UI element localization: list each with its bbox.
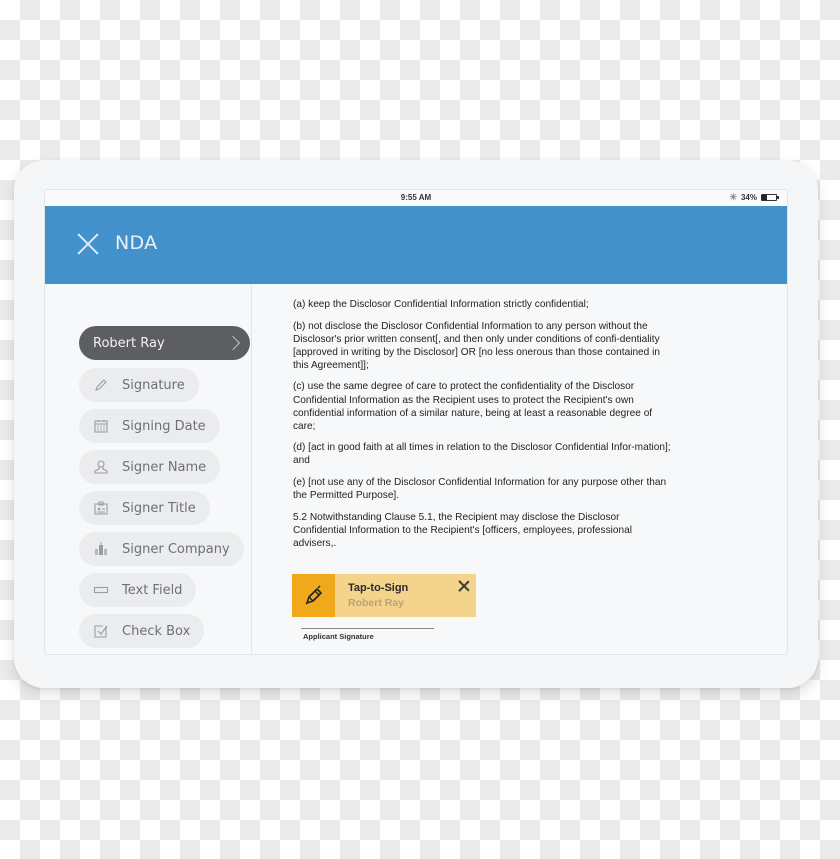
status-bar: 9:55 AM ✳ 34% [45,190,787,206]
sign-field-signer: Robert Ray [348,597,405,609]
clause-d: (d) [act in good faith at all times in r… [293,442,671,467]
field-label: Signer Company [122,541,230,557]
clause-e: (e) [not use any of the Disclosor Confid… [293,477,667,502]
battery-fill [762,195,767,200]
battery-percent: 34% [740,193,757,202]
clause-b: (b) not disclose the Disclosor Confident… [293,320,660,371]
battery-icon [761,194,779,201]
field-item-signer-title[interactable]: Signer Title [79,491,210,525]
page-title: NDA [115,232,158,254]
clause-a: (a) keep the Disclosor Confidential Info… [293,299,589,310]
close-icon[interactable] [77,233,99,255]
app-header: NDA [45,206,787,284]
status-time: 9:55 AM [400,193,432,202]
field-sidebar: Robert Ray Signature Signing Date Signer… [45,284,252,654]
field-item-check-box[interactable]: Check Box [79,614,205,648]
field-item-text-field[interactable]: Text Field [79,573,197,607]
field-item-signer-company[interactable]: Signer Company [79,532,244,566]
sign-field-title: Tap-to-Sign [348,582,409,594]
field-item-signing-date[interactable]: Signing Date [79,409,220,443]
field-item-signer-name[interactable]: Signer Name [79,450,221,484]
checkbox-icon [93,623,109,639]
clause-5-2: 5.2 Notwithstanding Clause 5.1, the Reci… [293,511,632,549]
field-label: Signing Date [122,418,206,434]
app-screen: 9:55 AM ✳ 34% NDA Robert Ray Signature S… [44,189,788,655]
pencil-icon [93,377,109,393]
clause-c: (c) use the same degree of care to prote… [293,381,653,432]
calendar-icon [93,418,109,434]
field-label: Signature [122,377,185,393]
document-view: (a) keep the Disclosor Confidential Info… [253,284,787,654]
bluetooth-icon: ✳ [729,192,737,202]
close-icon[interactable] [458,580,470,592]
id-badge-icon [93,500,109,516]
field-label: Signer Name [122,459,207,475]
signature-label: Applicant Signature [303,632,374,641]
field-label: Text Field [122,582,183,598]
field-label: Check Box [122,623,191,639]
pen-icon [292,574,335,617]
tap-to-sign-field[interactable]: Tap-to-Sign Robert Ray [292,574,476,617]
building-icon [93,541,109,557]
chevron-right-icon [228,335,240,351]
person-icon [93,459,109,475]
field-item-signature[interactable]: Signature [79,368,199,402]
status-indicators: ✳ 34% [729,192,779,203]
document-body: (a) keep the Disclosor Confidential Info… [293,298,673,559]
text-field-icon [93,582,109,598]
signer-selector[interactable]: Robert Ray [79,326,250,360]
signer-name: Robert Ray [93,335,165,351]
field-label: Signer Title [122,500,196,516]
signature-line [301,628,434,629]
